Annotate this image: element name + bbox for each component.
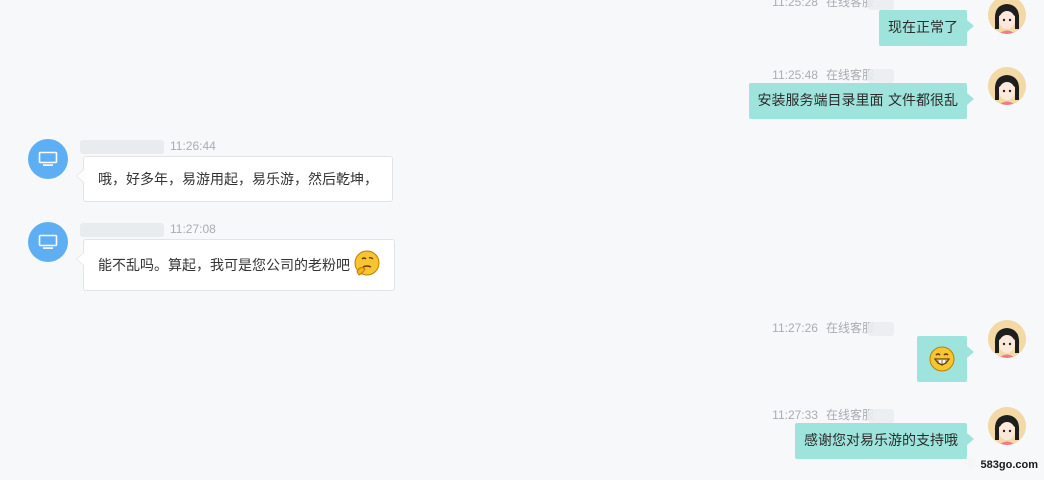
blurred-name	[868, 408, 894, 423]
agent-avatar[interactable]	[988, 0, 1026, 34]
chat-window: 11:25:28 在线客服 现在正常了 11:25:48 在线客服 安装服务端目录里…	[0, 0, 1044, 480]
watermark-text: 583go.com	[980, 459, 1038, 471]
message-meta: 11:27:26 在线客服	[772, 319, 894, 336]
blurred-name	[80, 222, 164, 237]
message-meta: 11:27:33 在线客服	[772, 406, 894, 423]
customer-avatar[interactable]	[28, 222, 68, 262]
message-text: 安装服务端目录里面 文件都很乱	[757, 93, 958, 109]
message-text: 能不乱吗。算起，我可是您公司的老粉吧	[98, 258, 350, 274]
sender-name: 在线客服	[825, 321, 874, 335]
blurred-name	[868, 0, 894, 10]
girl-avatar-icon	[988, 67, 1026, 105]
monitor-icon	[38, 151, 58, 166]
customer-message-bubble[interactable]: 哦，好多年，易游用起，易乐游，然后乾坤，	[76, 156, 393, 202]
agent-avatar[interactable]	[988, 67, 1026, 105]
message-meta: 11:27:08	[80, 222, 216, 237]
blurred-name	[868, 68, 894, 83]
agent-avatar[interactable]	[988, 320, 1026, 358]
grinning-face-icon	[929, 346, 955, 372]
message-time: 11:27:08	[170, 222, 216, 236]
blurred-name	[80, 139, 164, 154]
watermark-logo: ⑤	[963, 455, 977, 471]
message-time: 11:25:48	[772, 68, 818, 82]
message-meta: 11:26:44	[80, 139, 216, 154]
girl-avatar-icon	[988, 0, 1026, 34]
sender-name: 在线客服	[825, 0, 874, 9]
message-time: 11:25:28	[772, 0, 818, 9]
thinking-face-icon	[354, 250, 380, 280]
site-watermark: ⑤ 583go.com	[964, 455, 1038, 472]
message-meta: 11:25:48 在线客服	[772, 66, 894, 83]
customer-avatar[interactable]	[28, 139, 68, 179]
agent-message-bubble[interactable]	[917, 336, 974, 382]
blurred-name	[868, 321, 894, 336]
message-time: 11:27:26	[772, 321, 818, 335]
message-time: 11:26:44	[170, 139, 216, 153]
message-text: 感谢您对易乐游的支持哦	[804, 433, 958, 449]
message-text: 哦，好多年，易游用起，易乐游，然后乾坤，	[98, 172, 378, 188]
agent-message-bubble[interactable]: 感谢您对易乐游的支持哦	[795, 423, 974, 459]
sender-name: 在线客服	[825, 408, 874, 422]
girl-avatar-icon	[988, 407, 1026, 445]
agent-avatar[interactable]	[988, 407, 1026, 445]
message-text: 现在正常了	[888, 20, 958, 36]
monitor-icon	[38, 234, 58, 249]
agent-message-bubble[interactable]: 安装服务端目录里面 文件都很乱	[748, 83, 975, 119]
girl-avatar-icon	[988, 320, 1026, 358]
customer-message-bubble[interactable]: 能不乱吗。算起，我可是您公司的老粉吧	[75, 239, 396, 291]
message-time: 11:27:33	[772, 408, 818, 422]
message-meta: 11:25:28 在线客服	[772, 0, 894, 10]
sender-name: 在线客服	[825, 68, 874, 82]
agent-message-bubble[interactable]: 现在正常了	[879, 10, 974, 46]
